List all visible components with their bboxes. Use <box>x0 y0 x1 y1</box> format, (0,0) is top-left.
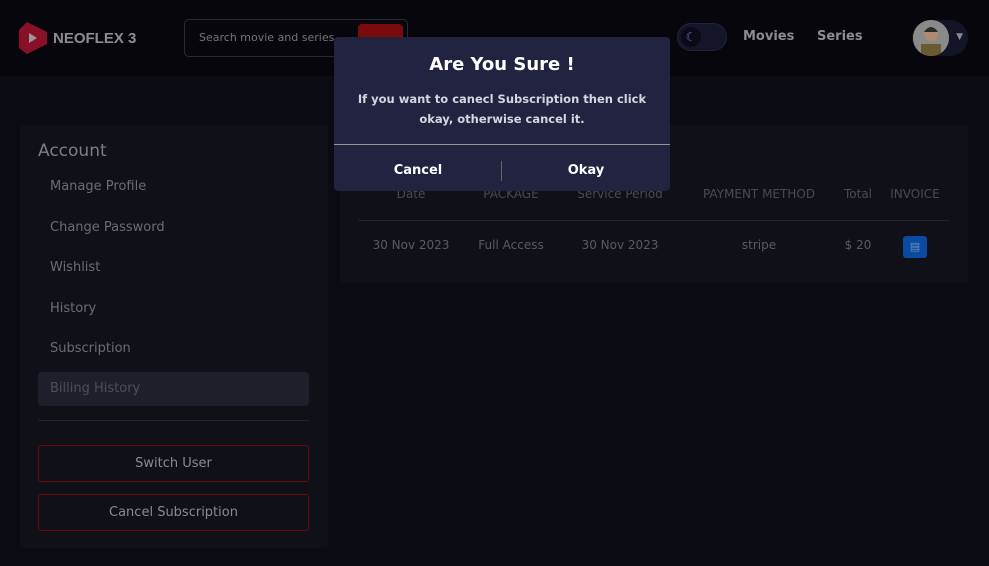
invoice-icon[interactable]: ▤ <box>903 236 927 258</box>
column-header: PAYMENT METHOD <box>702 187 816 201</box>
theme-toggle[interactable]: ☾ <box>677 23 727 51</box>
sidebar-item-wishlist[interactable]: Wishlist <box>38 251 309 285</box>
sidebar-item-change-password[interactable]: Change Password <box>38 211 309 245</box>
avatar <box>913 20 949 56</box>
confirm-dialog: Are You Sure ! If you want to canecl Sub… <box>334 37 670 191</box>
column-header: Total <box>843 187 873 201</box>
nav-series[interactable]: Series <box>817 29 863 44</box>
cell-service-period: 30 Nov 2023 <box>581 238 659 252</box>
search-input[interactable] <box>199 31 349 44</box>
cancel-subscription-button[interactable]: Cancel Subscription <box>38 494 309 531</box>
column-header: INVOICE <box>890 187 940 201</box>
cancel-button[interactable]: Cancel <box>334 152 502 188</box>
sidebar-item-manage-profile[interactable]: Manage Profile <box>38 170 309 204</box>
switch-user-button[interactable]: Switch User <box>38 445 309 482</box>
dialog-title: Are You Sure ! <box>429 54 575 75</box>
moon-icon: ☾ <box>681 27 701 47</box>
profile-menu[interactable]: ▼ <box>912 20 968 56</box>
sidebar-title: Account <box>38 141 107 161</box>
logo-icon <box>19 22 47 54</box>
okay-button[interactable]: Okay <box>502 152 670 188</box>
nav-movies[interactable]: Movies <box>743 29 794 44</box>
chevron-down-icon: ▼ <box>956 32 963 42</box>
cell-package: Full Access <box>478 238 544 252</box>
account-sidebar: Account Manage Profile Change Password W… <box>20 125 328 548</box>
sidebar-item-history[interactable]: History <box>38 292 309 326</box>
logo[interactable]: NEOFLEX 3 <box>19 22 136 54</box>
cell-total: $ 20 <box>844 238 872 252</box>
sidebar-item-subscription[interactable]: Subscription <box>38 332 309 366</box>
divider <box>358 220 949 221</box>
dialog-message: If you want to canecl Subscription then … <box>357 92 647 126</box>
divider <box>334 144 670 145</box>
cell-payment-method: stripe <box>741 238 777 252</box>
logo-text: NEOFLEX 3 <box>53 29 137 47</box>
divider <box>38 420 309 421</box>
sidebar-item-billing-history[interactable]: Billing History <box>38 372 309 406</box>
cell-date: 30 Nov 2023 <box>372 238 450 252</box>
